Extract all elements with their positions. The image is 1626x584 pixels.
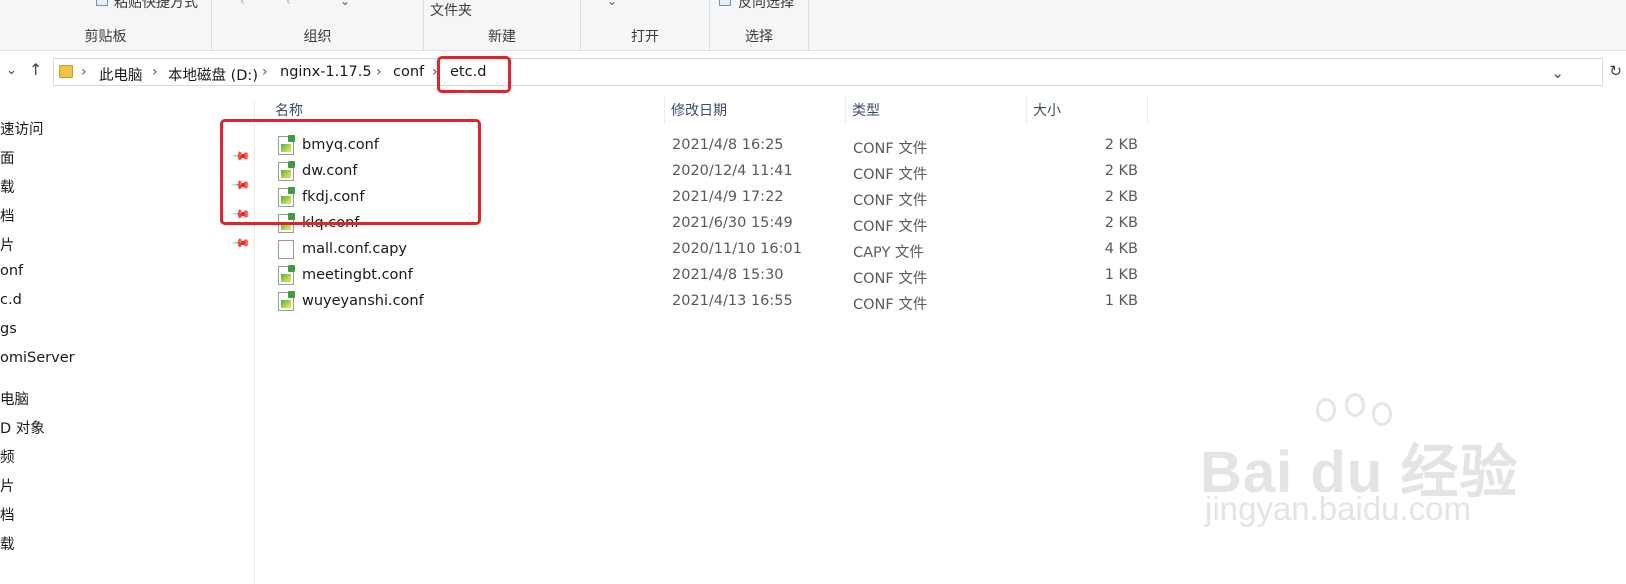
file-type: CONF 文件 <box>853 141 928 157</box>
paw-logo-icon <box>1372 402 1392 426</box>
move-to-arrow-icon[interactable]: ‹ <box>240 0 245 8</box>
sidebar-item-etc-d[interactable]: c.d <box>0 292 22 308</box>
sidebar-item-documents-pc[interactable]: 档 <box>0 504 15 525</box>
recent-locations-chevron-icon[interactable]: ⌄ <box>6 63 17 78</box>
sidebar-item-3d-objects[interactable]: D 对象 <box>0 417 45 438</box>
conf-file-icon <box>278 265 295 285</box>
highlight-box-files <box>220 119 481 225</box>
breadcrumb-nginx[interactable]: nginx-1.17.5 <box>280 64 372 80</box>
paw-logo-icon <box>1345 393 1365 417</box>
file-type: CONF 文件 <box>853 219 928 235</box>
file-date: 2021/4/8 15:30 <box>672 267 784 283</box>
address-row: ⌄ ↑ › 此电脑 › 本地磁盘 (D:) › nginx-1.17.5 › c… <box>0 55 1626 89</box>
invert-selection-button[interactable]: 反向选择 <box>738 0 794 12</box>
folder-icon <box>59 65 73 78</box>
sidebar-item-conf[interactable]: onf <box>0 263 23 279</box>
watermark-url: jingyan.baidu.com <box>1205 490 1471 527</box>
breadcrumb-this-pc[interactable]: 此电脑 <box>99 64 143 85</box>
invert-selection-icon <box>719 0 731 6</box>
new-folder-button[interactable]: 文件夹 <box>430 0 472 20</box>
file-size: 2 KB <box>1104 137 1138 153</box>
delete-dropdown-icon[interactable]: ⌄ <box>340 0 350 8</box>
breadcrumb-conf[interactable]: conf <box>393 64 424 80</box>
file-row[interactable]: meetingbt.conf 2021/4/8 15:30 CONF 文件 1 … <box>270 263 1150 289</box>
breadcrumb-separator-icon[interactable]: › <box>376 64 382 80</box>
file-name: mall.conf.capy <box>302 241 408 257</box>
copy-to-arrow-icon[interactable]: ‹ <box>286 0 291 8</box>
open-dropdown-icon[interactable]: ⌄ <box>607 0 617 8</box>
paste-shortcut-button[interactable]: 粘贴快捷方式 <box>114 0 198 12</box>
sidebar-item-downloads-pc[interactable]: 载 <box>0 533 15 554</box>
sidebar-item-documents[interactable]: 档 <box>0 205 15 226</box>
ribbon-group-new: 文件夹 新建 <box>424 0 581 51</box>
address-bar[interactable]: › 此电脑 › 本地磁盘 (D:) › nginx-1.17.5 › conf … <box>53 58 1603 86</box>
sidebar-item-quick-access[interactable]: 速访问 <box>0 118 44 139</box>
ribbon-group-label: 选择 <box>745 29 773 45</box>
blank-file-icon <box>278 240 294 259</box>
file-type: CONF 文件 <box>853 271 928 287</box>
column-header-date[interactable]: 修改日期 <box>668 96 846 124</box>
file-date: 2021/6/30 15:49 <box>672 215 793 231</box>
conf-file-icon <box>278 291 295 311</box>
file-name: meetingbt.conf <box>302 267 413 283</box>
ribbon-group-label: 剪贴板 <box>84 29 127 45</box>
address-dropdown-icon[interactable]: ⌄ <box>1551 64 1564 82</box>
file-size: 1 KB <box>1104 267 1138 283</box>
sidebar-item-pictures[interactable]: 片 <box>0 234 15 255</box>
file-size: 4 KB <box>1104 241 1138 257</box>
column-header-size[interactable]: 大小 <box>1030 96 1148 124</box>
file-size: 2 KB <box>1104 189 1138 205</box>
file-type: CONF 文件 <box>853 167 928 183</box>
sidebar-item-omiserver[interactable]: omiServer <box>0 350 75 366</box>
file-row[interactable]: wuyeyanshi.conf 2021/4/13 16:55 CONF 文件 … <box>270 289 1150 315</box>
up-arrow-icon[interactable]: ↑ <box>29 60 42 79</box>
breadcrumb-separator-icon[interactable]: › <box>262 64 268 80</box>
file-type: CAPY 文件 <box>853 245 924 261</box>
ribbon-group-organize: ‹ ‹ ⌄ 组织 <box>212 0 424 51</box>
sidebar-item-pictures-pc[interactable]: 片 <box>0 475 15 496</box>
file-type: CONF 文件 <box>853 193 928 209</box>
sidebar-item-this-pc[interactable]: 电脑 <box>0 388 29 409</box>
sidebar-item-desktop[interactable]: 面 <box>0 147 15 168</box>
file-date: 2021/4/9 17:22 <box>672 189 784 205</box>
highlight-box-current-folder <box>437 56 511 93</box>
file-size: 1 KB <box>1104 293 1138 309</box>
file-type: CONF 文件 <box>853 297 928 313</box>
ribbon-group-label: 打开 <box>631 29 659 45</box>
ribbon: 粘贴快捷方式 剪贴板 ‹ ‹ ⌄ 组织 文件夹 新建 ⌄ 打开 反向选择 选择 <box>0 0 1626 51</box>
column-header-type[interactable]: 类型 <box>849 96 1027 124</box>
paste-shortcut-icon <box>96 0 108 6</box>
ribbon-group-label: 组织 <box>303 29 332 45</box>
file-name: wuyeyanshi.conf <box>302 293 424 309</box>
file-size: 2 KB <box>1104 163 1138 179</box>
pin-icon: 📌 <box>231 232 252 254</box>
sidebar-item-logs[interactable]: gs <box>0 321 17 337</box>
sidebar-item-videos[interactable]: 频 <box>0 446 15 467</box>
ribbon-group-select: 反向选择 选择 <box>710 0 809 51</box>
breadcrumb-separator-icon[interactable]: › <box>152 64 158 80</box>
file-size: 2 KB <box>1104 215 1138 231</box>
file-date: 2020/11/10 16:01 <box>672 241 802 257</box>
breadcrumb-separator-icon[interactable]: › <box>81 64 87 80</box>
file-date: 2020/12/4 11:41 <box>672 163 793 179</box>
ribbon-group-label: 新建 <box>488 29 516 45</box>
refresh-icon[interactable]: ↻ <box>1609 62 1622 80</box>
file-row[interactable]: mall.conf.capy 2020/11/10 16:01 CAPY 文件 … <box>270 237 1150 263</box>
ribbon-group-clipboard: 粘贴快捷方式 剪贴板 <box>0 0 212 51</box>
file-date: 2021/4/8 16:25 <box>672 137 784 153</box>
paw-logo-icon <box>1316 398 1336 422</box>
ribbon-group-open: ⌄ 打开 <box>581 0 710 51</box>
navigation-pane: 速访问 面 📌 载 📌 档 📌 片 📌 onf c.d gs omiServer… <box>0 100 255 584</box>
file-date: 2021/4/13 16:55 <box>672 293 793 309</box>
breadcrumb-local-disk[interactable]: 本地磁盘 (D:) <box>168 64 258 85</box>
sidebar-item-downloads[interactable]: 载 <box>0 176 15 197</box>
